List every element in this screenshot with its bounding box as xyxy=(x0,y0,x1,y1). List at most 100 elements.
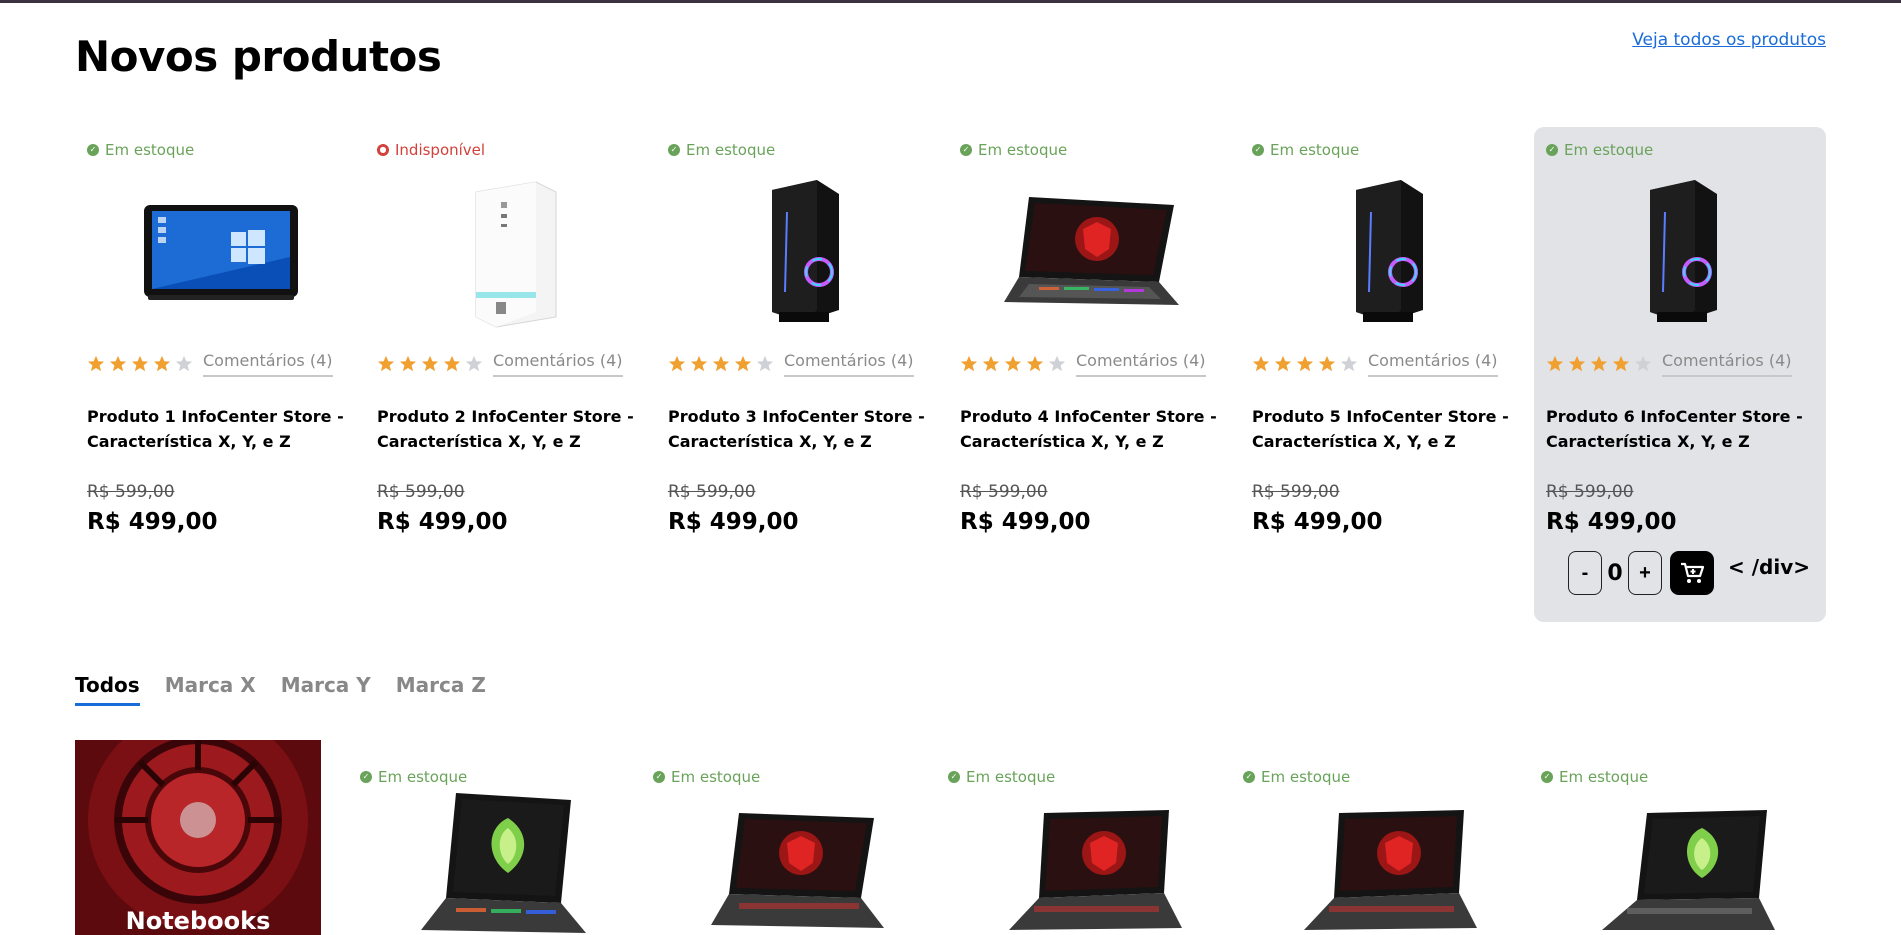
product-image[interactable] xyxy=(948,172,1240,332)
star-icon xyxy=(1546,355,1564,372)
star-icon xyxy=(153,355,171,372)
star-rating xyxy=(87,355,193,373)
price: R$ 499,00 xyxy=(960,509,1091,535)
view-all-products-link[interactable]: Veja todos os produtos xyxy=(1632,30,1826,50)
decrease-quantity-button[interactable]: - xyxy=(1568,551,1602,595)
add-to-cart-button[interactable] xyxy=(1670,551,1714,595)
product-name[interactable]: Produto 3 InfoCenter Store - Característ… xyxy=(668,404,936,454)
product-card[interactable]: ✓ Em estoque xyxy=(1243,768,1535,935)
category-banner[interactable]: Notebooks xyxy=(75,740,321,935)
increase-quantity-button[interactable]: + xyxy=(1628,551,1662,595)
check-icon: ✓ xyxy=(948,771,960,783)
comments-link[interactable]: Comentários (4) xyxy=(1076,351,1206,377)
product-card-hovered[interactable]: ✓ Em estoque Comentários (4) Produto 6 In… xyxy=(1534,127,1826,622)
star-empty-icon xyxy=(1048,355,1066,372)
star-icon xyxy=(1318,355,1336,372)
star-icon xyxy=(109,355,127,372)
price: R$ 499,00 xyxy=(668,509,799,535)
product-name[interactable]: Produto 4 InfoCenter Store - Característ… xyxy=(960,404,1228,454)
tab-todos[interactable]: Todos xyxy=(75,673,140,706)
check-icon: ✓ xyxy=(1252,144,1264,156)
green-dragon-laptop-icon xyxy=(421,793,586,933)
product-image[interactable] xyxy=(360,788,652,935)
add-to-cart-controls: - 0 + < /div> xyxy=(1568,551,1810,595)
product-name[interactable]: Produto 5 InfoCenter Store - Característ… xyxy=(1252,404,1520,454)
tab-marca-z[interactable]: Marca Z xyxy=(396,673,486,706)
vault-door-icon xyxy=(75,740,321,935)
star-icon xyxy=(690,355,708,372)
product-image[interactable] xyxy=(1243,788,1535,935)
star-icon xyxy=(668,355,686,372)
old-price: R$ 599,00 xyxy=(960,482,1048,502)
green-dragon-laptop-icon xyxy=(1602,810,1775,930)
product-image[interactable] xyxy=(365,172,657,332)
product-name[interactable]: Produto 1 InfoCenter Store - Característ… xyxy=(87,404,355,454)
star-icon xyxy=(982,355,1000,372)
price: R$ 499,00 xyxy=(377,509,508,535)
star-icon xyxy=(1004,355,1022,372)
comments-link[interactable]: Comentários (4) xyxy=(1368,351,1498,377)
price: R$ 499,00 xyxy=(1546,509,1677,535)
check-icon: ✓ xyxy=(87,144,99,156)
comments-link[interactable]: Comentários (4) xyxy=(493,351,623,377)
product-card[interactable]: ● Indisponível Comentários (4) Produto 2… xyxy=(365,127,657,622)
product-card[interactable]: ✓ Em estoque Comentários (4) Produto 4 I… xyxy=(948,127,1240,622)
check-icon: ✓ xyxy=(960,144,972,156)
stock-status: ✓ Em estoque xyxy=(1252,141,1520,159)
star-icon xyxy=(443,355,461,372)
star-icon xyxy=(1252,355,1270,372)
check-icon: ✓ xyxy=(1243,771,1255,783)
comments-link[interactable]: Comentários (4) xyxy=(784,351,914,377)
check-icon: ✓ xyxy=(360,771,372,783)
stock-status: ✓ Em estoque xyxy=(87,141,355,159)
product-image[interactable] xyxy=(1240,172,1532,332)
product-card[interactable]: ✓ Em estoque Comentários (4) Produto 3 In… xyxy=(656,127,948,622)
stock-label: Em estoque xyxy=(686,141,776,159)
product-name[interactable]: Produto 2 InfoCenter Store - Característ… xyxy=(377,404,645,454)
product-image[interactable] xyxy=(653,788,945,935)
product-image[interactable] xyxy=(1541,788,1833,935)
product-card[interactable]: ✓ Em estoque xyxy=(653,768,945,935)
product-card[interactable]: ✓ Em estoque Comentários (4) Produto 5 In… xyxy=(1240,127,1532,622)
red-shield-laptop-icon xyxy=(1009,810,1182,930)
check-icon: ✓ xyxy=(1541,771,1553,783)
product-image[interactable] xyxy=(75,172,367,332)
star-rating xyxy=(377,355,483,373)
comments-link[interactable]: Comentários (4) xyxy=(203,351,333,377)
check-icon: ✓ xyxy=(668,144,680,156)
product-card[interactable]: ✓ Em estoque xyxy=(1541,768,1833,935)
star-empty-icon xyxy=(465,355,483,372)
old-price: R$ 599,00 xyxy=(377,482,465,502)
product-card[interactable]: ✓ Em estoque xyxy=(360,768,652,935)
star-icon xyxy=(87,355,105,372)
category-label: Notebooks xyxy=(125,907,271,935)
star-icon xyxy=(399,355,417,372)
product-image[interactable] xyxy=(948,788,1240,935)
rating-row: Comentários (4) xyxy=(87,351,355,377)
product-name[interactable]: Produto 6 InfoCenter Store - Característ… xyxy=(1546,404,1814,454)
star-empty-icon xyxy=(1634,355,1652,372)
product-image[interactable] xyxy=(1534,172,1826,332)
product-card[interactable]: ✓ Em estoque xyxy=(948,768,1240,935)
rating-row: Comentários (4) xyxy=(1252,351,1520,377)
price: R$ 499,00 xyxy=(87,509,218,535)
tab-marca-y[interactable]: Marca Y xyxy=(281,673,371,706)
check-icon: ✓ xyxy=(653,771,665,783)
new-products-grid: ✓ Em estoque Comentários (4) Produto 1 In… xyxy=(75,127,1826,622)
stock-status: ✓ Em estoque xyxy=(948,768,1055,786)
price: R$ 499,00 xyxy=(1252,509,1383,535)
check-icon: ✓ xyxy=(1546,144,1558,156)
stock-label: Em estoque xyxy=(1270,141,1360,159)
product-image[interactable] xyxy=(656,172,948,332)
product-card[interactable]: ✓ Em estoque Comentários (4) Produto 1 In… xyxy=(75,127,367,622)
rating-row: Comentários (4) xyxy=(668,351,936,377)
stock-status: ✓ Em estoque xyxy=(1243,768,1350,786)
all-in-one-pc-icon xyxy=(144,205,298,300)
star-icon xyxy=(377,355,395,372)
stock-label: Em estoque xyxy=(671,768,761,786)
star-icon xyxy=(131,355,149,372)
stock-status: ✓ Em estoque xyxy=(1541,768,1648,786)
comments-link[interactable]: Comentários (4) xyxy=(1662,351,1792,377)
gaming-tower-pc-icon xyxy=(1650,180,1717,322)
tab-marca-x[interactable]: Marca X xyxy=(165,673,256,706)
